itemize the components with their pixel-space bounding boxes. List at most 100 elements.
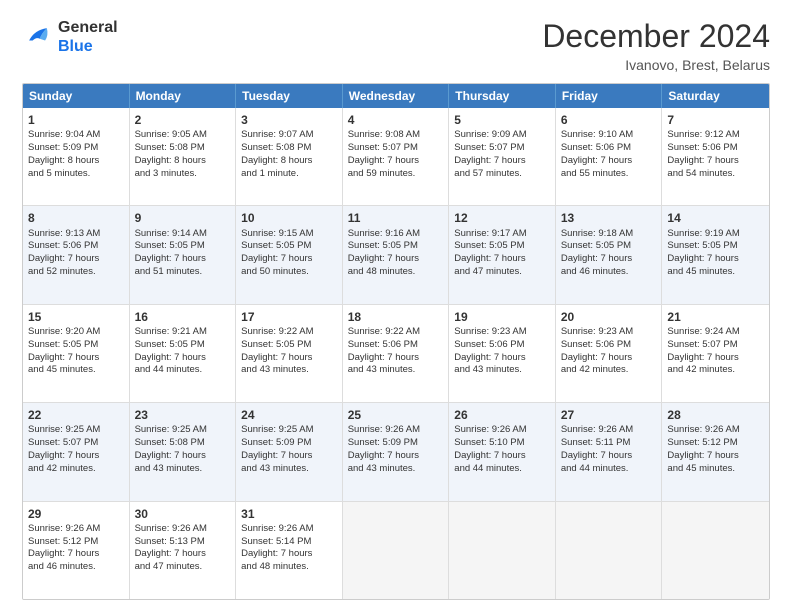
day-info-line: Sunrise: 9:21 AM xyxy=(135,326,231,339)
day-info-line: Daylight: 7 hours xyxy=(135,352,231,365)
day-info-line: Sunrise: 9:07 AM xyxy=(241,129,337,142)
header-day-friday: Friday xyxy=(556,84,663,108)
day-info-line: and 46 minutes. xyxy=(561,266,657,279)
day-info-line: and 3 minutes. xyxy=(135,168,231,181)
day-number: 30 xyxy=(135,506,231,522)
day-number: 4 xyxy=(348,112,444,128)
day-info-line: Sunset: 5:13 PM xyxy=(135,536,231,549)
day-info-line: Sunrise: 9:26 AM xyxy=(241,523,337,536)
day-info-line: Daylight: 7 hours xyxy=(348,352,444,365)
day-info-line: and 43 minutes. xyxy=(135,463,231,476)
day-number: 18 xyxy=(348,309,444,325)
day-info-line: Sunrise: 9:17 AM xyxy=(454,228,550,241)
day-info-line: and 44 minutes. xyxy=(135,364,231,377)
header-day-wednesday: Wednesday xyxy=(343,84,450,108)
day-info-line: Daylight: 8 hours xyxy=(135,155,231,168)
day-info-line: Sunrise: 9:10 AM xyxy=(561,129,657,142)
day-info-line: Sunset: 5:11 PM xyxy=(561,437,657,450)
calendar-day-16: 16Sunrise: 9:21 AMSunset: 5:05 PMDayligh… xyxy=(130,305,237,402)
calendar-day-11: 11Sunrise: 9:16 AMSunset: 5:05 PMDayligh… xyxy=(343,206,450,303)
calendar-day-24: 24Sunrise: 9:25 AMSunset: 5:09 PMDayligh… xyxy=(236,403,343,500)
day-number: 9 xyxy=(135,210,231,226)
day-info-line: Sunrise: 9:25 AM xyxy=(241,424,337,437)
day-info-line: and 55 minutes. xyxy=(561,168,657,181)
day-info-line: Daylight: 7 hours xyxy=(454,352,550,365)
day-info-line: Sunrise: 9:26 AM xyxy=(561,424,657,437)
day-info-line: Sunrise: 9:04 AM xyxy=(28,129,124,142)
calendar: SundayMondayTuesdayWednesdayThursdayFrid… xyxy=(22,83,770,600)
calendar-day-21: 21Sunrise: 9:24 AMSunset: 5:07 PMDayligh… xyxy=(662,305,769,402)
day-info-line: Sunset: 5:10 PM xyxy=(454,437,550,450)
header-day-saturday: Saturday xyxy=(662,84,769,108)
day-info-line: Sunrise: 9:26 AM xyxy=(348,424,444,437)
day-number: 7 xyxy=(667,112,764,128)
day-number: 15 xyxy=(28,309,124,325)
day-info-line: Sunset: 5:09 PM xyxy=(241,437,337,450)
day-info-line: Daylight: 8 hours xyxy=(28,155,124,168)
day-number: 13 xyxy=(561,210,657,226)
day-info-line: Sunrise: 9:26 AM xyxy=(667,424,764,437)
day-number: 23 xyxy=(135,407,231,423)
day-info-line: Sunrise: 9:22 AM xyxy=(241,326,337,339)
calendar-day-17: 17Sunrise: 9:22 AMSunset: 5:05 PMDayligh… xyxy=(236,305,343,402)
calendar-day-8: 8Sunrise: 9:13 AMSunset: 5:06 PMDaylight… xyxy=(23,206,130,303)
day-number: 31 xyxy=(241,506,337,522)
calendar-day-5: 5Sunrise: 9:09 AMSunset: 5:07 PMDaylight… xyxy=(449,108,556,205)
day-info-line: Sunset: 5:05 PM xyxy=(561,240,657,253)
calendar-week-0: 1Sunrise: 9:04 AMSunset: 5:09 PMDaylight… xyxy=(23,108,769,205)
calendar-day-6: 6Sunrise: 9:10 AMSunset: 5:06 PMDaylight… xyxy=(556,108,663,205)
day-info-line: Sunrise: 9:05 AM xyxy=(135,129,231,142)
day-info-line: Sunrise: 9:20 AM xyxy=(28,326,124,339)
calendar-week-3: 22 Sunrise: 9:25 AM Sunset: 5:07 PM Dayligh… xyxy=(23,402,769,500)
day-number: 22 xyxy=(28,407,124,423)
calendar-day-29: 29Sunrise: 9:26 AMSunset: 5:12 PMDayligh… xyxy=(23,502,130,599)
day-info-line: Daylight: 7 hours xyxy=(454,450,550,463)
calendar-empty-cell xyxy=(662,502,769,599)
day-info-line: Daylight: 7 hours xyxy=(348,450,444,463)
calendar-day-1: 1Sunrise: 9:04 AMSunset: 5:09 PMDaylight… xyxy=(23,108,130,205)
title-block: December 2024 Ivanovo, Brest, Belarus xyxy=(542,18,770,73)
day-number: 10 xyxy=(241,210,337,226)
calendar-day-19: 19Sunrise: 9:23 AMSunset: 5:06 PMDayligh… xyxy=(449,305,556,402)
calendar-day-14: 14Sunrise: 9:19 AMSunset: 5:05 PMDayligh… xyxy=(662,206,769,303)
day-info-line: Daylight: 7 hours xyxy=(667,253,764,266)
day-info-line: Daylight: 7 hours xyxy=(667,155,764,168)
day-info-line: and 48 minutes. xyxy=(241,561,337,574)
header-day-tuesday: Tuesday xyxy=(236,84,343,108)
calendar-day-23: 23Sunrise: 9:25 AMSunset: 5:08 PMDayligh… xyxy=(130,403,237,500)
day-info-line: Sunrise: 9:25 AM xyxy=(135,424,231,437)
calendar-week-1: 8Sunrise: 9:13 AMSunset: 5:06 PMDaylight… xyxy=(23,205,769,303)
day-number: 3 xyxy=(241,112,337,128)
day-info-line: Sunset: 5:07 PM xyxy=(28,437,124,450)
logo-icon xyxy=(22,21,54,53)
day-info-line: and 54 minutes. xyxy=(667,168,764,181)
calendar-day-2: 2Sunrise: 9:05 AMSunset: 5:08 PMDaylight… xyxy=(130,108,237,205)
day-info-line: Sunset: 5:06 PM xyxy=(561,142,657,155)
day-info-line: Sunset: 5:06 PM xyxy=(454,339,550,352)
day-info-line: and 43 minutes. xyxy=(241,463,337,476)
day-info-line: Sunrise: 9:26 AM xyxy=(28,523,124,536)
day-info-line: Sunset: 5:05 PM xyxy=(135,240,231,253)
day-info-line: Sunset: 5:12 PM xyxy=(667,437,764,450)
day-info-line: Daylight: 7 hours xyxy=(135,253,231,266)
day-info-line: Sunset: 5:05 PM xyxy=(348,240,444,253)
calendar-day-31: 31Sunrise: 9:26 AMSunset: 5:14 PMDayligh… xyxy=(236,502,343,599)
day-info-line: Sunset: 5:06 PM xyxy=(28,240,124,253)
day-info-line: and 47 minutes. xyxy=(135,561,231,574)
day-info-line: Sunset: 5:07 PM xyxy=(454,142,550,155)
day-info-line: Sunrise: 9:16 AM xyxy=(348,228,444,241)
day-number: 17 xyxy=(241,309,337,325)
day-info-line: and 1 minute. xyxy=(241,168,337,181)
day-info-line: Sunrise: 9:22 AM xyxy=(348,326,444,339)
calendar-header: SundayMondayTuesdayWednesdayThursdayFrid… xyxy=(23,84,769,108)
day-info-line: Daylight: 7 hours xyxy=(348,253,444,266)
day-number: 2 xyxy=(135,112,231,128)
day-info-line: Sunrise: 9:23 AM xyxy=(561,326,657,339)
day-info-line: Daylight: 7 hours xyxy=(561,450,657,463)
day-info-line: Daylight: 7 hours xyxy=(561,352,657,365)
day-info-line: and 42 minutes. xyxy=(667,364,764,377)
calendar-day-25: 25Sunrise: 9:26 AMSunset: 5:09 PMDayligh… xyxy=(343,403,450,500)
day-info-line: Sunset: 5:08 PM xyxy=(241,142,337,155)
day-info-line: Sunset: 5:09 PM xyxy=(348,437,444,450)
day-info-line: Sunrise: 9:09 AM xyxy=(454,129,550,142)
